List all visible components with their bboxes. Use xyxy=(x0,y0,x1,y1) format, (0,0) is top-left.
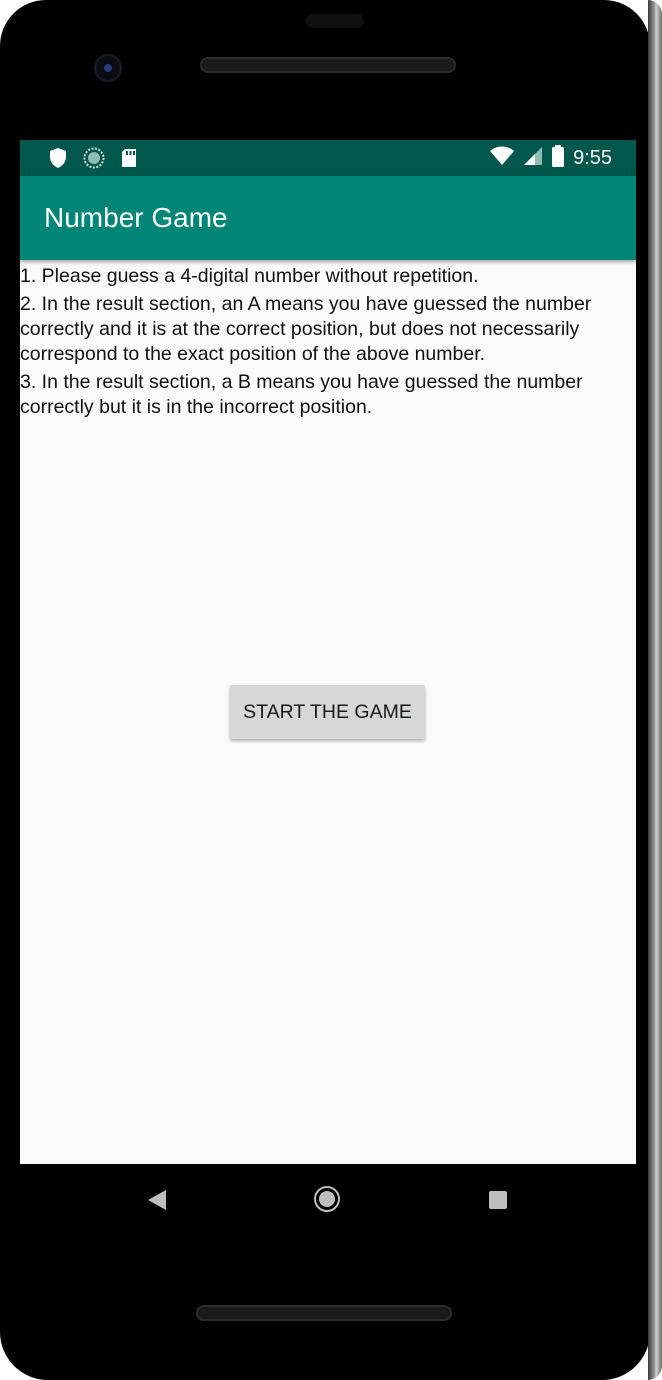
shield-icon xyxy=(48,147,68,174)
battery-icon xyxy=(551,145,565,172)
status-clock: 9:55 xyxy=(573,147,612,169)
back-icon[interactable] xyxy=(148,1190,166,1210)
status-bar-system: 9:55 xyxy=(489,145,612,172)
app-bar: Number Game xyxy=(20,176,636,260)
phone-frame: 9:55 Number Game 1. Please guess a 4-dig… xyxy=(0,0,650,1380)
status-bar-notifications xyxy=(48,147,138,174)
sd-card-icon xyxy=(120,148,138,173)
top-speaker-grille xyxy=(200,57,456,73)
rules-text: 1. Please guess a 4-digital number witho… xyxy=(20,264,636,423)
recent-apps-icon[interactable] xyxy=(489,1191,507,1209)
status-bar: 9:55 xyxy=(20,140,636,176)
wifi-icon xyxy=(489,146,515,171)
rule-2: 2. In the result section, an A means you… xyxy=(20,293,592,365)
app-title: Number Game xyxy=(44,202,228,233)
bottom-speaker-grille xyxy=(196,1305,452,1321)
screen: 9:55 Number Game 1. Please guess a 4-dig… xyxy=(20,140,636,1164)
phone-side-edge xyxy=(648,0,662,1380)
rule-1: 1. Please guess a 4-digital number witho… xyxy=(20,265,479,287)
rule-3: 3. In the result section, a B means you … xyxy=(20,371,583,418)
start-game-button[interactable]: START THE GAME xyxy=(230,685,425,739)
signal-icon xyxy=(523,146,543,171)
front-camera xyxy=(94,54,122,82)
home-icon[interactable] xyxy=(314,1186,340,1212)
earpiece xyxy=(306,14,364,28)
sync-icon xyxy=(83,147,105,174)
